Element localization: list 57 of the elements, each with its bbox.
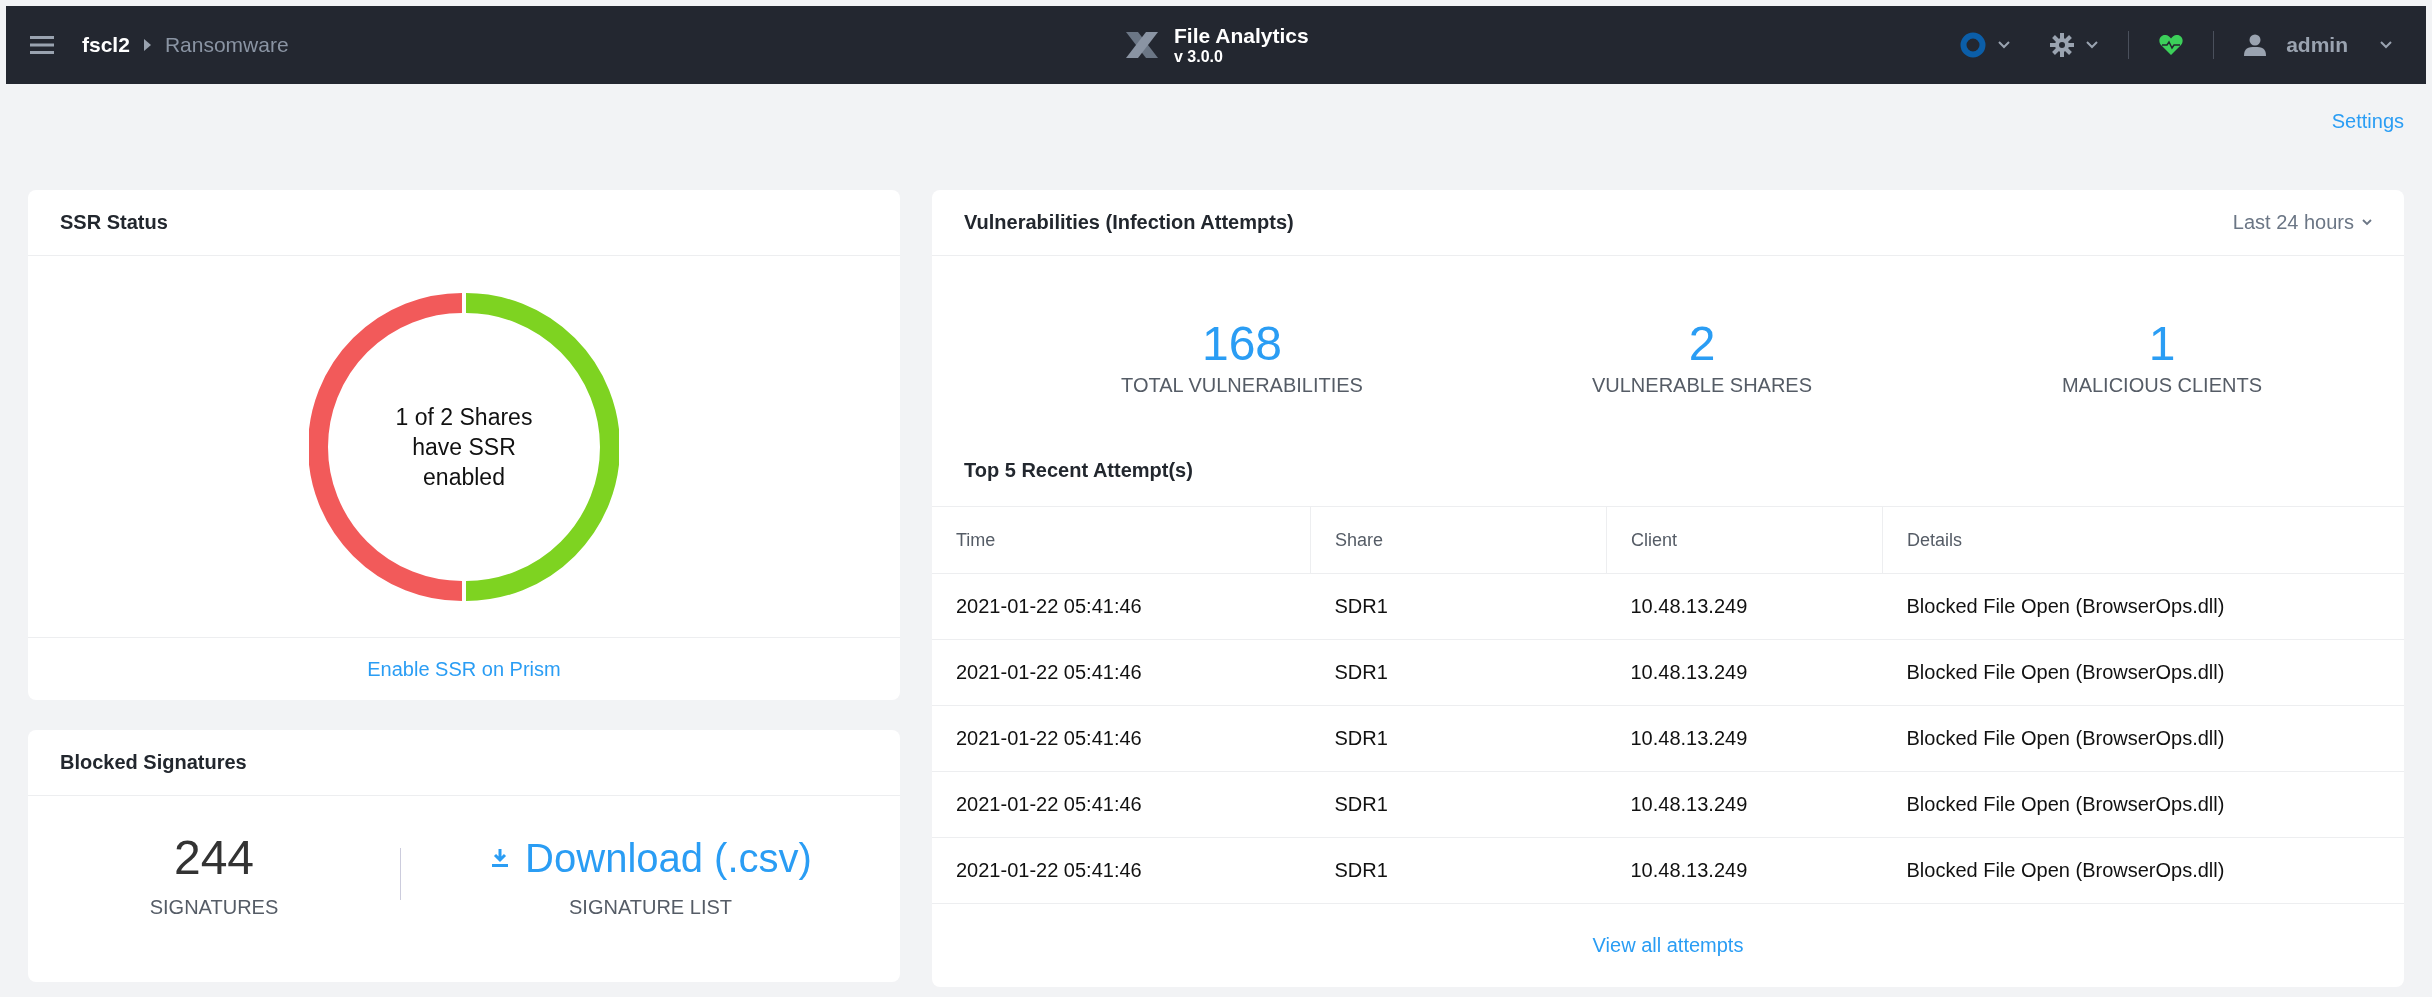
table-cell: Blocked File Open (BrowserOps.dll)	[1882, 837, 2404, 904]
chevron-icon[interactable]	[2086, 41, 2099, 49]
table-cell: 10.48.13.249	[1606, 573, 1883, 640]
section-title: Top 5 Recent Attempt(s)	[963, 458, 1194, 483]
stat-value: 168	[1201, 316, 1283, 372]
table-cell: Blocked File Open (BrowserOps.dll)	[1882, 573, 2404, 640]
table-cell: Blocked File Open (BrowserOps.dll)	[1882, 705, 2404, 772]
signature-count: 244	[173, 829, 255, 886]
x-logo-icon	[1124, 30, 1160, 60]
table-cell: Blocked File Open (BrowserOps.dll)	[1882, 639, 2404, 706]
user-icon	[2244, 34, 2267, 56]
column-header: Client	[1606, 506, 1883, 574]
stat-label: TOTAL VULNERABILITIES	[1121, 374, 1363, 397]
stat-label: MALICIOUS CLIENTS	[2061, 374, 2262, 397]
table-cell: Blocked File Open (BrowserOps.dll)	[1882, 771, 2404, 838]
card-title: Blocked Signatures	[60, 751, 247, 774]
settings-link[interactable]: Settings	[2331, 110, 2404, 133]
cluster-name[interactable]: fscl2	[82, 33, 130, 57]
chevron-icon[interactable]	[1998, 41, 2011, 49]
time-range-dropdown[interactable]: Last 24 hours	[2232, 211, 2372, 234]
user-name[interactable]: admin	[2286, 33, 2348, 57]
stat-label: VULNERABLE SHARES	[1591, 374, 1813, 397]
heart-pulse-icon[interactable]	[2159, 34, 2184, 56]
table-cell: 10.48.13.249	[1606, 837, 1883, 904]
table-cell: SDR1	[1310, 639, 1607, 706]
table-cell: SDR1	[1310, 573, 1607, 640]
view-all-link[interactable]: View all attempts	[1592, 934, 1744, 957]
app-version: v 3.0.0	[1174, 48, 1224, 66]
stat-value: 1	[2148, 316, 2176, 372]
enable-ssr-link[interactable]: Enable SSR on Prism	[367, 657, 561, 681]
card-title: SSR Status	[60, 211, 168, 234]
chevron-icon[interactable]	[2380, 41, 2392, 49]
ssr-summary: 1 of 2 Shares have SSR enabled	[394, 402, 534, 492]
chevron-icon	[2362, 219, 2372, 226]
download-link[interactable]: Download (.csv)	[489, 829, 812, 886]
table-cell: 2021-01-22 05:41:46	[932, 705, 1311, 772]
table-cell: 10.48.13.249	[1606, 771, 1883, 838]
column-header: Share	[1310, 506, 1607, 574]
table-cell: SDR1	[1310, 837, 1607, 904]
table-cell: 10.48.13.249	[1606, 639, 1883, 706]
caret-icon	[143, 39, 151, 51]
table-cell: 2021-01-22 05:41:46	[932, 837, 1311, 904]
column-header: Details	[1882, 506, 2404, 574]
table-cell: SDR1	[1310, 705, 1607, 772]
table-cell: 2021-01-22 05:41:46	[932, 573, 1311, 640]
stat-label: SIGNATURES	[149, 895, 279, 919]
app-title: File Analytics	[1174, 24, 1309, 48]
table-cell: 2021-01-22 05:41:46	[932, 771, 1311, 838]
stat-value: 2	[1688, 316, 1716, 372]
table-cell: 2021-01-22 05:41:46	[932, 639, 1311, 706]
card-title: Vulnerabilities (Infection Attempts)	[964, 211, 1294, 234]
stat-label: SIGNATURE LIST	[569, 895, 732, 919]
table-cell: 10.48.13.249	[1606, 705, 1883, 772]
menu-icon[interactable]	[30, 35, 54, 55]
breadcrumb-page[interactable]: Ransomware	[164, 33, 289, 57]
column-header: Time	[932, 506, 1311, 574]
table-cell: SDR1	[1310, 771, 1607, 838]
